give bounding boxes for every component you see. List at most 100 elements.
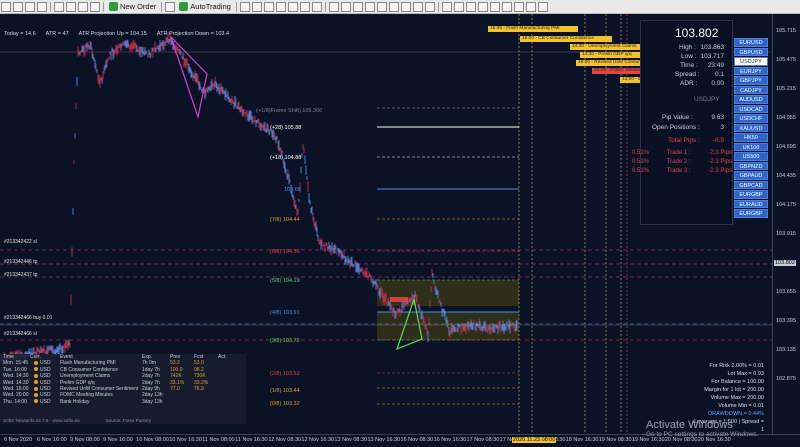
symbol-button-gbpaud[interactable]: GBPAUD (734, 171, 768, 180)
data-window-icon[interactable] (66, 1, 76, 12)
m15-button[interactable] (465, 1, 476, 12)
label-icon[interactable] (412, 1, 423, 12)
zoom-out-icon[interactable] (251, 1, 262, 12)
time-tick-label: 12 Nov 16:30 (301, 437, 335, 443)
mn-button[interactable] (537, 1, 548, 12)
impact-dot-icon (34, 386, 38, 391)
price-tick-label: 103.395 (776, 318, 796, 324)
price-tick-label: 103.802 (774, 260, 796, 266)
news-banner[interactable]: 16:00 - CB Consumer Confidence (520, 36, 612, 42)
m5-button[interactable] (453, 1, 464, 12)
new-order-button[interactable]: New Order (106, 1, 159, 13)
arrows-icon[interactable] (424, 1, 435, 12)
atr-projection-down: ATR Projection Down = 103.4 (156, 31, 230, 37)
calendar-currency-cell: USD (30, 399, 60, 405)
fib-level-label: (6/8) 104.36 (270, 249, 300, 255)
high-value: 103.863 (700, 44, 725, 51)
symbol-button-audusd[interactable]: AUDUSD (734, 95, 768, 104)
symbol-button-xauusd[interactable]: XAUUSD (734, 123, 768, 132)
symbol-button-usdcad[interactable]: USDCAD (734, 104, 768, 113)
h1-button[interactable] (489, 1, 500, 12)
atr-projection-up: ATR Projection Up = 104.15 (78, 31, 147, 37)
symbol-button-cadjpy[interactable]: CADJPY (734, 85, 768, 94)
impact-dot-icon (34, 361, 38, 366)
h4-button[interactable] (501, 1, 512, 12)
symbol-button-eurusd[interactable]: EURUSD (734, 38, 768, 47)
chart-bars-icon[interactable] (13, 1, 23, 12)
tile-windows-icon[interactable] (263, 1, 274, 12)
chart-type-icon[interactable] (1, 1, 11, 12)
navigator-icon[interactable] (78, 1, 88, 12)
price-tick-label: 103.915 (776, 231, 796, 237)
impact-dot-icon (34, 393, 38, 398)
calendar-currency: USD (40, 360, 51, 367)
symbol-button-eurjpy[interactable]: EURJPY (734, 66, 768, 75)
symbol-button-us500[interactable]: US500 (734, 152, 768, 161)
periods-icon[interactable] (311, 1, 322, 12)
watermark-title: Activate Windows (646, 419, 733, 431)
fib-level-label: 104.68 (284, 187, 301, 193)
trade-pips: -2.3 Pips (708, 150, 732, 156)
symbol-button-hk50[interactable]: HK50 (734, 133, 768, 142)
news-banner[interactable]: 14:30 - Unemployment Claims (570, 44, 642, 50)
activation-watermark: Activate Windows Go to PC settings to ac… (646, 419, 758, 438)
price-tick-label: 104.435 (776, 173, 796, 179)
news-banner[interactable]: 15:45 - Flash Manufacturing PMI (488, 26, 578, 32)
trade-line-label: #213342466 buy 0.01 (4, 315, 53, 321)
symbol-button-eurgbp[interactable]: EURGBP (734, 209, 768, 218)
calendar-source: Source: Forex Factory (105, 418, 152, 423)
symbol-button-usdchf[interactable]: USDCHF (734, 114, 768, 123)
watermark-subtitle: Go to PC settings to activate Windows. (646, 431, 759, 438)
m30-button[interactable] (477, 1, 488, 12)
strategy-tester-icon[interactable] (165, 1, 176, 12)
market-watch-icon[interactable] (54, 1, 64, 12)
symbol-button-gbpusd[interactable]: GBPUSD (734, 47, 768, 56)
price-tick-label: 104.955 (776, 115, 796, 121)
trade-pips: -2.3 Pips (708, 159, 732, 165)
chart-shift-icon[interactable] (287, 1, 298, 12)
fib-level-label: (1/8) 103.44 (270, 388, 300, 394)
trade-line-label: #213342422 sl (4, 239, 37, 245)
zoom-in-icon[interactable] (239, 1, 250, 12)
toolbar-separator (437, 1, 439, 12)
price-tick-label: 105.215 (776, 86, 796, 92)
lot-max-line: Lot Max = 0.93 (727, 371, 764, 377)
w1-button[interactable] (525, 1, 536, 12)
calendar-currency: USD (40, 385, 51, 392)
time-tick-label: 10 Nov 16:30 (169, 437, 202, 443)
chart-line-icon[interactable] (25, 1, 35, 12)
symbol-button-gbpjpy[interactable]: GBPJPY (734, 76, 768, 85)
vertical-line-icon[interactable] (340, 1, 351, 12)
calendar-row[interactable]: Thu. 14:00 USD Bank Holiday 3day 13h (0, 399, 246, 405)
pip-value-label: Pip Value : (662, 114, 693, 121)
fibonacci-icon[interactable] (388, 1, 399, 12)
calendar-currency: USD (40, 398, 51, 405)
price-tick-label: 103.135 (776, 347, 796, 353)
d1-button[interactable] (513, 1, 524, 12)
symbol-button-eurgbp[interactable]: EURGBP (734, 190, 768, 199)
autoscroll-icon[interactable] (275, 1, 286, 12)
chart-candles-icon[interactable] (37, 1, 47, 12)
auto-trading-button[interactable]: AutoTrading (176, 1, 234, 13)
terminal-icon[interactable] (90, 1, 100, 12)
symbol-button-gbpcad[interactable]: GBPCAD (734, 180, 768, 189)
symbol-button-euraud[interactable]: EURAUD (734, 199, 768, 208)
symbol-button-gbpnzd[interactable]: GBPNZD (734, 161, 768, 170)
symbol-button-usdjpy[interactable]: USDJPY (734, 57, 768, 66)
calendar-prev (170, 399, 194, 405)
crosshair-icon[interactable] (328, 1, 339, 12)
auto-trading-icon (179, 2, 189, 11)
text-icon[interactable] (400, 1, 411, 12)
symbol-button-uk100[interactable]: UK100 (734, 142, 768, 151)
trendline-icon[interactable] (364, 1, 375, 12)
time-tick-label: 9 Nov 16:00 (103, 437, 133, 443)
m1-button[interactable] (441, 1, 452, 12)
indicators-icon[interactable] (299, 1, 310, 12)
news-banner[interactable]: 14:30 - Prelim GDP q/q (580, 52, 640, 58)
horizontal-line-icon[interactable] (352, 1, 363, 12)
time-tick-label: 2020.11.23 08:00 (512, 437, 557, 443)
price-axis[interactable]: 105.715 105.475 105.215 104.955 104.695 104.4… (772, 14, 800, 434)
channel-icon[interactable] (376, 1, 387, 12)
trade-name: Trade 1 : (666, 150, 691, 156)
open-trades: 0.51% Trade 1 : -2.3 Pips 0.51% Trade 2 : -2.… (632, 150, 732, 177)
